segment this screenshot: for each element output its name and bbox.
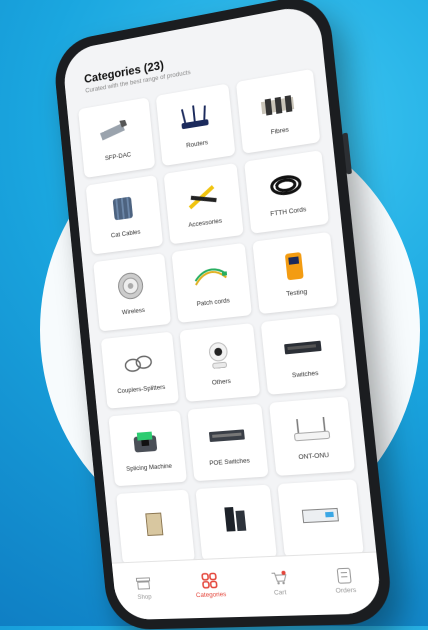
category-label: Routers bbox=[186, 139, 208, 149]
nav-item-categories[interactable]: Categories bbox=[194, 572, 227, 599]
categories-icon bbox=[200, 572, 219, 589]
box-icon bbox=[134, 507, 174, 538]
fibre-spool-icon bbox=[256, 86, 299, 123]
rack-icon bbox=[214, 503, 256, 535]
phone-side-button bbox=[342, 133, 352, 175]
category-card[interactable] bbox=[195, 485, 277, 561]
patch-cord-icon bbox=[190, 259, 232, 293]
category-card[interactable]: SFP-DAC bbox=[78, 97, 155, 178]
category-card[interactable]: Testing bbox=[253, 232, 338, 314]
cart-icon bbox=[269, 570, 289, 587]
splicer-icon bbox=[126, 425, 166, 457]
category-card[interactable] bbox=[278, 479, 364, 557]
shop-icon bbox=[134, 575, 152, 591]
category-card[interactable]: Others bbox=[179, 323, 260, 402]
nav-label: Categories bbox=[196, 591, 227, 599]
category-label: SFP-DAC bbox=[105, 151, 132, 162]
router-icon bbox=[174, 100, 215, 136]
category-card[interactable]: Wireless bbox=[93, 253, 171, 331]
category-label: FTTH Cords bbox=[270, 206, 307, 218]
bottom-nav: Shop Categories Cart Orders bbox=[112, 551, 383, 620]
category-label: POE Switches bbox=[209, 457, 250, 467]
nav-item-cart[interactable]: Cart bbox=[269, 570, 290, 597]
category-card[interactable] bbox=[116, 490, 195, 565]
category-card[interactable]: Fibres bbox=[236, 69, 320, 154]
category-label: Testing bbox=[286, 288, 308, 297]
nav-item-orders[interactable]: Orders bbox=[333, 567, 356, 595]
olt-icon bbox=[298, 498, 342, 531]
nav-item-shop[interactable]: Shop bbox=[134, 575, 153, 601]
splitter-icon bbox=[119, 347, 159, 380]
cable-drum-icon bbox=[103, 191, 143, 225]
category-card[interactable]: Switches bbox=[261, 314, 346, 395]
phone-screen: Categories (23) Curated with the best ra… bbox=[62, 3, 383, 620]
power-meter-icon bbox=[272, 248, 315, 283]
nav-label: Shop bbox=[137, 594, 152, 601]
category-card[interactable]: POE Switches bbox=[187, 404, 269, 482]
sfp-module-icon bbox=[96, 113, 135, 148]
category-grid: SFP-DAC Routers Fibres Cat Cables Accessorie… bbox=[67, 61, 377, 565]
category-label: Others bbox=[212, 377, 232, 386]
category-label: Wireless bbox=[122, 306, 146, 315]
category-card[interactable]: Couplers-Splitters bbox=[101, 332, 179, 409]
category-card[interactable]: FTTH Cords bbox=[244, 150, 329, 234]
category-label: Fibres bbox=[270, 126, 289, 136]
category-label: Splicing Machine bbox=[126, 462, 172, 472]
category-card[interactable]: Routers bbox=[155, 83, 235, 166]
cable-stripper-icon bbox=[182, 179, 223, 214]
phone-frame: Categories (23) Curated with the best ra… bbox=[52, 0, 395, 630]
category-card[interactable]: ONT-ONU bbox=[269, 396, 355, 476]
category-label: Accessories bbox=[188, 217, 222, 228]
cable-coil-icon bbox=[264, 167, 307, 203]
ont-icon bbox=[289, 412, 333, 446]
category-label: Couplers-Splitters bbox=[117, 383, 166, 394]
category-card[interactable]: Accessories bbox=[163, 163, 244, 245]
poe-switch-icon bbox=[206, 419, 248, 452]
nav-label: Cart bbox=[274, 589, 287, 597]
category-label: ONT-ONU bbox=[298, 451, 329, 460]
nav-label: Orders bbox=[335, 587, 356, 595]
switch-icon bbox=[281, 330, 325, 365]
camera-icon bbox=[198, 338, 240, 372]
category-label: Patch cords bbox=[196, 297, 230, 308]
category-card[interactable]: Splicing Machine bbox=[108, 410, 186, 486]
wireless-dish-icon bbox=[111, 269, 151, 303]
category-card[interactable]: Patch cords bbox=[171, 243, 252, 323]
category-label: Switches bbox=[292, 369, 319, 379]
orders-icon bbox=[334, 567, 354, 584]
category-card[interactable]: Cat Cables bbox=[86, 175, 163, 254]
category-label: Cat Cables bbox=[111, 228, 141, 239]
